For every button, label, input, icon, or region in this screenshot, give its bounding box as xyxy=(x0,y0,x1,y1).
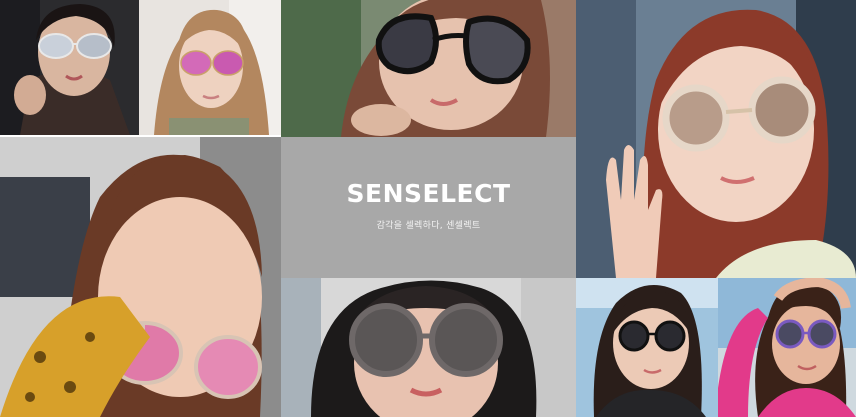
photo-woman-black-cateye-sunglasses xyxy=(281,0,576,137)
photo-woman-pink-lens-sunglasses xyxy=(139,0,281,135)
sunglasses-photo-collage: SENSELECT 감각을 셀렉하다, 센셀렉트 xyxy=(0,0,856,417)
photo-woman-hood-grey-round-sunglasses xyxy=(281,278,576,417)
brand-panel: SENSELECT 감각을 셀렉하다, 센셀렉트 xyxy=(281,137,576,278)
photo-woman-gold-round-sunglasses-waving xyxy=(576,0,856,278)
brand-tagline: 감각을 셀렉하다, 센셀렉트 xyxy=(376,220,481,231)
photo-woman-beach-purple-sunglasses xyxy=(718,278,856,417)
brand-name: SENSELECT xyxy=(346,178,511,208)
photo-woman-pink-mirror-sunglasses-yellow-dress xyxy=(0,137,281,417)
photo-woman-mirrored-sunglasses xyxy=(0,0,139,135)
photo-woman-black-round-sunglasses xyxy=(576,278,718,417)
